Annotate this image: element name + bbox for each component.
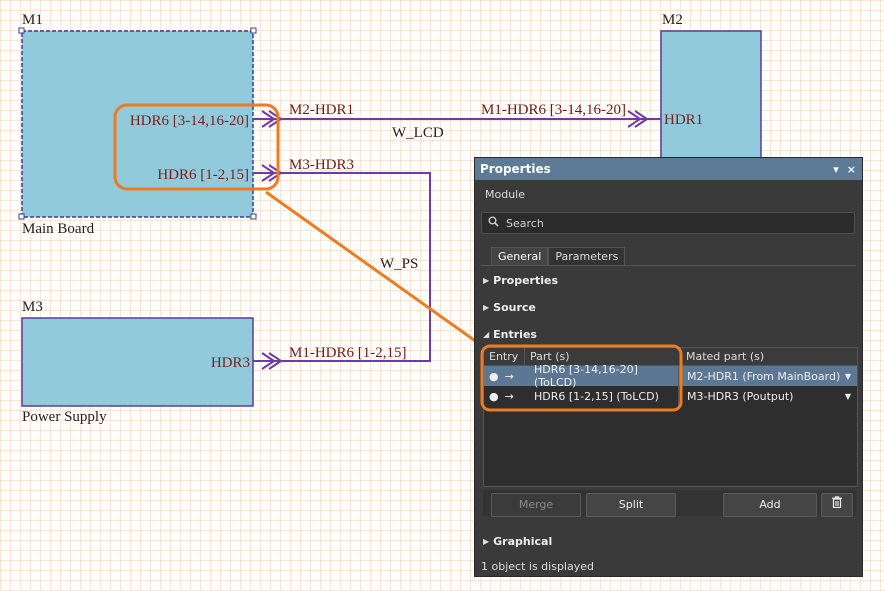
chevron-down-icon: ▼ [844, 371, 851, 381]
mated-part-dropdown[interactable]: M2-HDR1 (From MainBoard) ▼ [679, 366, 857, 386]
expand-icon: ▶ [483, 276, 490, 285]
trash-icon [832, 496, 842, 511]
module-m2[interactable] [660, 30, 762, 172]
panel-tabs: General Parameters [491, 247, 626, 266]
section-entries[interactable]: ◢ Entries [483, 328, 537, 341]
mated-part-dropdown[interactable]: M3-HDR3 (Poutput) ▼ [679, 386, 857, 406]
module-m1-name: Main Board [22, 221, 95, 237]
part-cell: HDR6 [3-14,16-20] (ToLCD) [524, 363, 679, 389]
mated-part-value: M2-HDR1 (From MainBoard) [687, 369, 841, 383]
search-box[interactable] [481, 212, 855, 234]
wire-name-w-lcd: W_LCD [392, 125, 444, 141]
panel-title: Properties [480, 162, 551, 176]
port-hdr6-b: HDR6 [1-2,15] [157, 167, 249, 183]
mated-part-value: M3-HDR3 (Poutput) [687, 389, 794, 403]
tab-divider [481, 265, 856, 266]
split-button[interactable]: Split [586, 493, 676, 517]
status-text: 1 object is displayed [481, 560, 594, 573]
module-m3-name: Power Supply [22, 409, 107, 425]
net-label-m3-hdr3: M3-HDR3 [289, 157, 354, 173]
close-icon[interactable]: × [847, 163, 856, 176]
col-entry[interactable]: Entry [484, 348, 525, 365]
port-hdr1: HDR1 [664, 112, 703, 128]
entries-table: Entry Part (s) Mated part (s) ● → HDR6 [3… [483, 347, 858, 487]
module-m1-designator: M1 [22, 12, 43, 28]
col-mated-part[interactable]: Mated part (s) [681, 348, 857, 365]
tab-general[interactable]: General [491, 247, 549, 266]
eye-icon[interactable]: ● [489, 390, 499, 403]
merge-button[interactable]: Merge [491, 493, 581, 517]
expand-icon: ▶ [483, 303, 490, 312]
table-row[interactable]: ● → HDR6 [3-14,16-20] (ToLCD) M2-HDR1 (Fr… [484, 363, 857, 389]
entries-toolbar: Merge Split Add [483, 490, 856, 517]
section-label: Entries [493, 328, 537, 341]
net-label-m2-hdr1: M2-HDR1 [289, 102, 354, 118]
port-hdr6-a: HDR6 [3-14,16-20] [130, 113, 249, 129]
direction-arrow-icon: → [504, 389, 514, 403]
module-m2-designator: M2 [662, 12, 683, 28]
port-hdr3: HDR3 [211, 355, 250, 371]
module-m3-designator: M3 [22, 299, 43, 315]
pin-icon[interactable]: ▾ [833, 163, 839, 176]
table-row[interactable]: ● → HDR6 [1-2,15] (ToLCD) M3-HDR3 (Poutpu… [484, 386, 857, 406]
panel-titlebar: Properties ▾ × [475, 158, 862, 180]
properties-panel: Properties ▾ × Module General Parameters… [474, 157, 863, 577]
delete-button[interactable] [821, 493, 853, 517]
chevron-down-icon: ▼ [844, 391, 851, 401]
selection-handle[interactable] [18, 27, 25, 34]
section-label: Source [493, 301, 536, 314]
search-input[interactable] [504, 215, 838, 231]
wire-name-w-ps: W_PS [380, 256, 418, 272]
object-type-label: Module [485, 188, 525, 201]
section-properties[interactable]: ▶ Properties [483, 274, 558, 287]
selection-handle[interactable] [18, 213, 25, 220]
section-label: Graphical [493, 535, 553, 548]
part-cell: HDR6 [1-2,15] (ToLCD) [524, 386, 679, 406]
add-button[interactable]: Add [723, 493, 817, 517]
section-label: Properties [493, 274, 558, 287]
eye-icon[interactable]: ● [489, 370, 499, 383]
direction-arrow-icon: → [504, 369, 514, 383]
collapse-icon: ◢ [483, 330, 490, 339]
selection-handle[interactable] [250, 213, 257, 220]
section-graphical[interactable]: ▶ Graphical [483, 535, 552, 548]
search-icon [482, 216, 504, 230]
tab-parameters[interactable]: Parameters [548, 247, 626, 266]
section-source[interactable]: ▶ Source [483, 301, 536, 314]
selection-handle[interactable] [250, 27, 257, 34]
net-label-m1-hdr6-a: M1-HDR6 [3-14,16-20] [481, 102, 626, 118]
net-label-m1-hdr6-b: M1-HDR6 [1-2,15] [289, 345, 407, 361]
expand-icon: ▶ [483, 537, 490, 546]
